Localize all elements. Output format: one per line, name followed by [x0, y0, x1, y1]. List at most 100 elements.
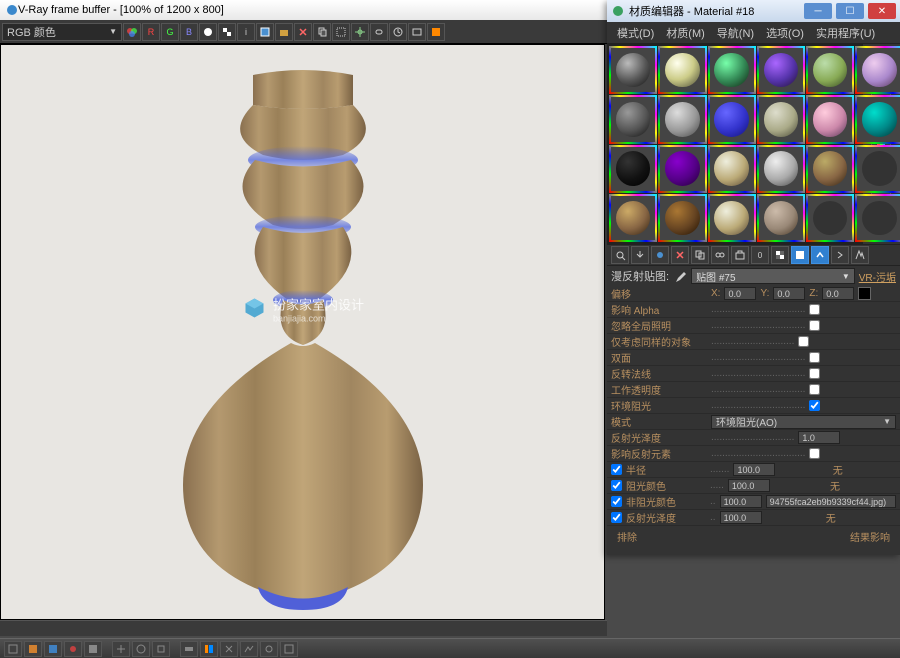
refl2-map-button[interactable]: 无 — [766, 510, 896, 525]
load-button[interactable] — [275, 23, 293, 41]
material-slot[interactable] — [855, 145, 900, 193]
bb-btn-7[interactable] — [132, 641, 150, 657]
clear-button[interactable] — [294, 23, 312, 41]
bb-btn-9[interactable] — [180, 641, 198, 657]
material-slot[interactable] — [806, 46, 854, 94]
menu-utilities[interactable]: 实用程序(U) — [810, 23, 881, 43]
mono-button[interactable] — [199, 23, 217, 41]
material-id-button[interactable]: 0 — [751, 246, 769, 264]
make-copy-button[interactable] — [691, 246, 709, 264]
menu-navigation[interactable]: 导航(N) — [711, 23, 760, 43]
occ-spinner[interactable]: 100.0 — [728, 479, 770, 492]
red-channel-button[interactable]: R — [142, 23, 160, 41]
menu-material[interactable]: 材质(M) — [660, 23, 711, 43]
material-slot[interactable] — [708, 46, 756, 94]
channel-dropdown[interactable]: RGB 颜色 ▼ — [2, 23, 122, 41]
bb-btn-3[interactable] — [44, 641, 62, 657]
alpha-button[interactable] — [218, 23, 236, 41]
material-slot[interactable] — [806, 194, 854, 242]
show-end-result-button[interactable] — [791, 246, 809, 264]
material-slot[interactable] — [658, 46, 706, 94]
link-button[interactable] — [370, 23, 388, 41]
bb-btn-12[interactable] — [240, 641, 258, 657]
refl2-spinner[interactable]: 100.0 — [720, 511, 762, 524]
copy-button[interactable] — [313, 23, 331, 41]
reset-button[interactable] — [671, 246, 689, 264]
affect-alpha-checkbox[interactable] — [809, 304, 820, 315]
refl2-check[interactable] — [611, 512, 622, 523]
material-slot[interactable] — [757, 194, 805, 242]
bb-btn-5[interactable] — [84, 641, 102, 657]
minimize-button[interactable]: ─ — [804, 3, 832, 19]
same-objects-checkbox[interactable] — [798, 336, 809, 347]
double-sided-checkbox[interactable] — [809, 352, 820, 363]
make-unique-button[interactable] — [711, 246, 729, 264]
bb-btn-8[interactable] — [152, 641, 170, 657]
lens-fx-button[interactable] — [408, 23, 426, 41]
unocc-spinner[interactable]: 100.0 — [720, 495, 762, 508]
radius-spinner[interactable]: 100.0 — [733, 463, 775, 476]
material-slot[interactable] — [855, 46, 900, 94]
blue-channel-button[interactable]: B — [180, 23, 198, 41]
unocc-map-button[interactable]: 94755fca2eb9b9339cf44.jpg) — [766, 495, 896, 508]
menu-options[interactable]: 选项(O) — [760, 23, 810, 43]
bb-btn-6[interactable] — [112, 641, 130, 657]
exclude-button[interactable]: 排除 — [617, 529, 637, 544]
bb-btn-11[interactable] — [220, 641, 238, 657]
save-button[interactable] — [256, 23, 274, 41]
work-transp-checkbox[interactable] — [809, 384, 820, 395]
affect-refl-checkbox[interactable] — [809, 448, 820, 459]
offset-y-spinner[interactable]: 0.0 — [773, 287, 805, 300]
close-button[interactable]: ✕ — [868, 3, 896, 19]
map-name-dropdown[interactable]: 贴图 #75 ▼ — [691, 268, 855, 284]
eyedropper-icon[interactable] — [673, 269, 687, 283]
bb-btn-10[interactable] — [200, 641, 218, 657]
put-to-library-button[interactable] — [731, 246, 749, 264]
material-slot[interactable] — [658, 194, 706, 242]
material-slot[interactable] — [658, 95, 706, 143]
bb-btn-14[interactable] — [280, 641, 298, 657]
map-type-button[interactable]: VR-污垢 — [859, 269, 896, 284]
invert-normal-checkbox[interactable] — [809, 368, 820, 379]
material-slot[interactable] — [757, 145, 805, 193]
go-forward-button[interactable] — [831, 246, 849, 264]
result-affect-button[interactable]: 结果影响 — [850, 529, 890, 544]
material-slot[interactable] — [757, 95, 805, 143]
bb-btn-1[interactable] — [4, 641, 22, 657]
material-slot[interactable] — [658, 145, 706, 193]
material-slot[interactable] — [609, 95, 657, 143]
material-slot[interactable] — [609, 46, 657, 94]
material-editor-titlebar[interactable]: 材质编辑器 - Material #18 ─ ☐ ✕ — [607, 0, 900, 22]
material-slot[interactable] — [708, 194, 756, 242]
bb-btn-4[interactable] — [64, 641, 82, 657]
green-channel-button[interactable]: G — [161, 23, 179, 41]
put-to-scene-button[interactable] — [631, 246, 649, 264]
material-slot[interactable] — [855, 194, 900, 242]
material-slot[interactable] — [609, 145, 657, 193]
info-button[interactable]: i — [237, 23, 255, 41]
assign-button[interactable] — [651, 246, 669, 264]
show-map-button[interactable] — [771, 246, 789, 264]
get-material-button[interactable] — [611, 246, 629, 264]
track-mouse-button[interactable] — [351, 23, 369, 41]
region-button[interactable] — [332, 23, 350, 41]
material-slot[interactable] — [757, 46, 805, 94]
refl-gloss-spinner[interactable]: 1.0 — [798, 431, 840, 444]
bb-btn-13[interactable] — [260, 641, 278, 657]
pick-from-object-button[interactable] — [851, 246, 869, 264]
mode-dropdown[interactable]: 环境阻光(AO)▼ — [711, 415, 896, 429]
occ-map-button[interactable]: 无 — [774, 478, 896, 493]
render-viewport[interactable]: 扮家家室内设计 banjiajia.com — [0, 44, 605, 620]
go-parent-button[interactable] — [811, 246, 829, 264]
vray-horizontal-scrollbar[interactable] — [0, 620, 607, 636]
material-slot[interactable] — [708, 95, 756, 143]
vray-title-bar[interactable]: V-Ray frame buffer - [100% of 1200 x 800… — [0, 0, 607, 20]
occ-color-check[interactable] — [611, 480, 622, 491]
radius-map-button[interactable]: 无 — [779, 462, 896, 477]
history-button[interactable] — [389, 23, 407, 41]
bb-btn-2[interactable] — [24, 641, 42, 657]
color-correct-button[interactable] — [427, 23, 445, 41]
rgb-icon[interactable] — [123, 23, 141, 41]
env-occlusion-checkbox[interactable] — [809, 400, 820, 411]
material-slot[interactable] — [609, 194, 657, 242]
